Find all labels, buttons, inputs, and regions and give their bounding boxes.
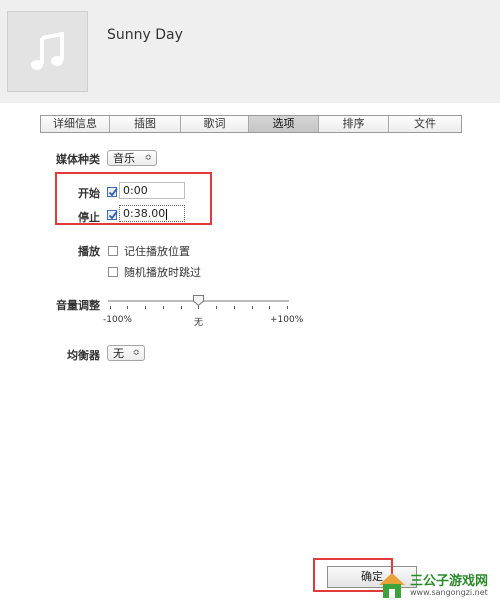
song-title: Sunny Day [107, 27, 183, 43]
remember-position-checkbox[interactable] [108, 246, 118, 256]
slider-tick [234, 306, 235, 309]
slider-tick [145, 306, 146, 309]
tab-bar: 详细信息 插图 歌词 选项 排序 文件 [40, 115, 462, 133]
media-kind-select[interactable]: 音乐 ≎ [107, 150, 157, 166]
volume-max-label: +100% [270, 315, 304, 325]
slider-tick [163, 306, 164, 309]
stop-label: 停止 [78, 211, 100, 224]
slider-tick [181, 306, 182, 309]
tab-sorting[interactable]: 排序 [319, 116, 389, 132]
site-watermark: 三公子游戏网 www.sangongzi.net [376, 566, 500, 604]
volume-adjust-label: 音量调整 [56, 299, 100, 312]
tab-file[interactable]: 文件 [389, 116, 461, 132]
equalizer-label: 均衡器 [67, 349, 100, 362]
slider-tick [269, 306, 270, 309]
house-logo-icon [379, 573, 405, 598]
slider-tick [198, 306, 199, 309]
tab-details[interactable]: 详细信息 [41, 116, 110, 132]
equalizer-select[interactable]: 无 ≎ [107, 345, 145, 361]
slider-tick [127, 306, 128, 309]
start-checkbox[interactable] [107, 187, 118, 197]
slider-tick [216, 306, 217, 309]
chevron-updown-icon: ≎ [144, 153, 152, 163]
volume-mid-label: 无 [194, 318, 204, 328]
volume-slider-thumb[interactable] [193, 295, 204, 306]
song-header: Sunny Day [0, 0, 500, 103]
watermark-url: www.sangongzi.net [410, 588, 488, 597]
music-note-icon [31, 32, 64, 70]
slider-tick [110, 306, 111, 309]
tab-options[interactable]: 选项 [249, 116, 319, 132]
volume-min-label: -100% [103, 315, 132, 325]
stop-time-value: 0:38.00 [123, 207, 166, 220]
start-time-input[interactable]: 0:00 [119, 182, 185, 199]
chevron-updown-icon: ≎ [132, 348, 140, 358]
remember-position-label: 记住播放位置 [124, 245, 190, 258]
start-label: 开始 [78, 187, 100, 200]
media-kind-value: 音乐 [113, 152, 135, 165]
stop-checkbox[interactable] [107, 210, 118, 220]
media-kind-label: 媒体种类 [56, 153, 100, 166]
checkmark-icon [108, 210, 118, 220]
tab-artwork[interactable]: 插图 [110, 116, 181, 132]
playback-label: 播放 [78, 245, 100, 258]
tab-lyrics[interactable]: 歌词 [181, 116, 249, 132]
text-caret [166, 208, 168, 220]
checkmark-icon [108, 187, 118, 197]
stop-time-input[interactable]: 0:38.00 [119, 205, 185, 222]
skip-shuffle-checkbox[interactable] [108, 267, 118, 277]
slider-tick [287, 306, 288, 309]
equalizer-value: 无 [113, 347, 124, 360]
watermark-name: 三公子游戏网 [410, 574, 489, 589]
album-artwork [7, 11, 88, 92]
skip-shuffle-label: 随机播放时跳过 [124, 266, 201, 279]
slider-tick [252, 306, 253, 309]
